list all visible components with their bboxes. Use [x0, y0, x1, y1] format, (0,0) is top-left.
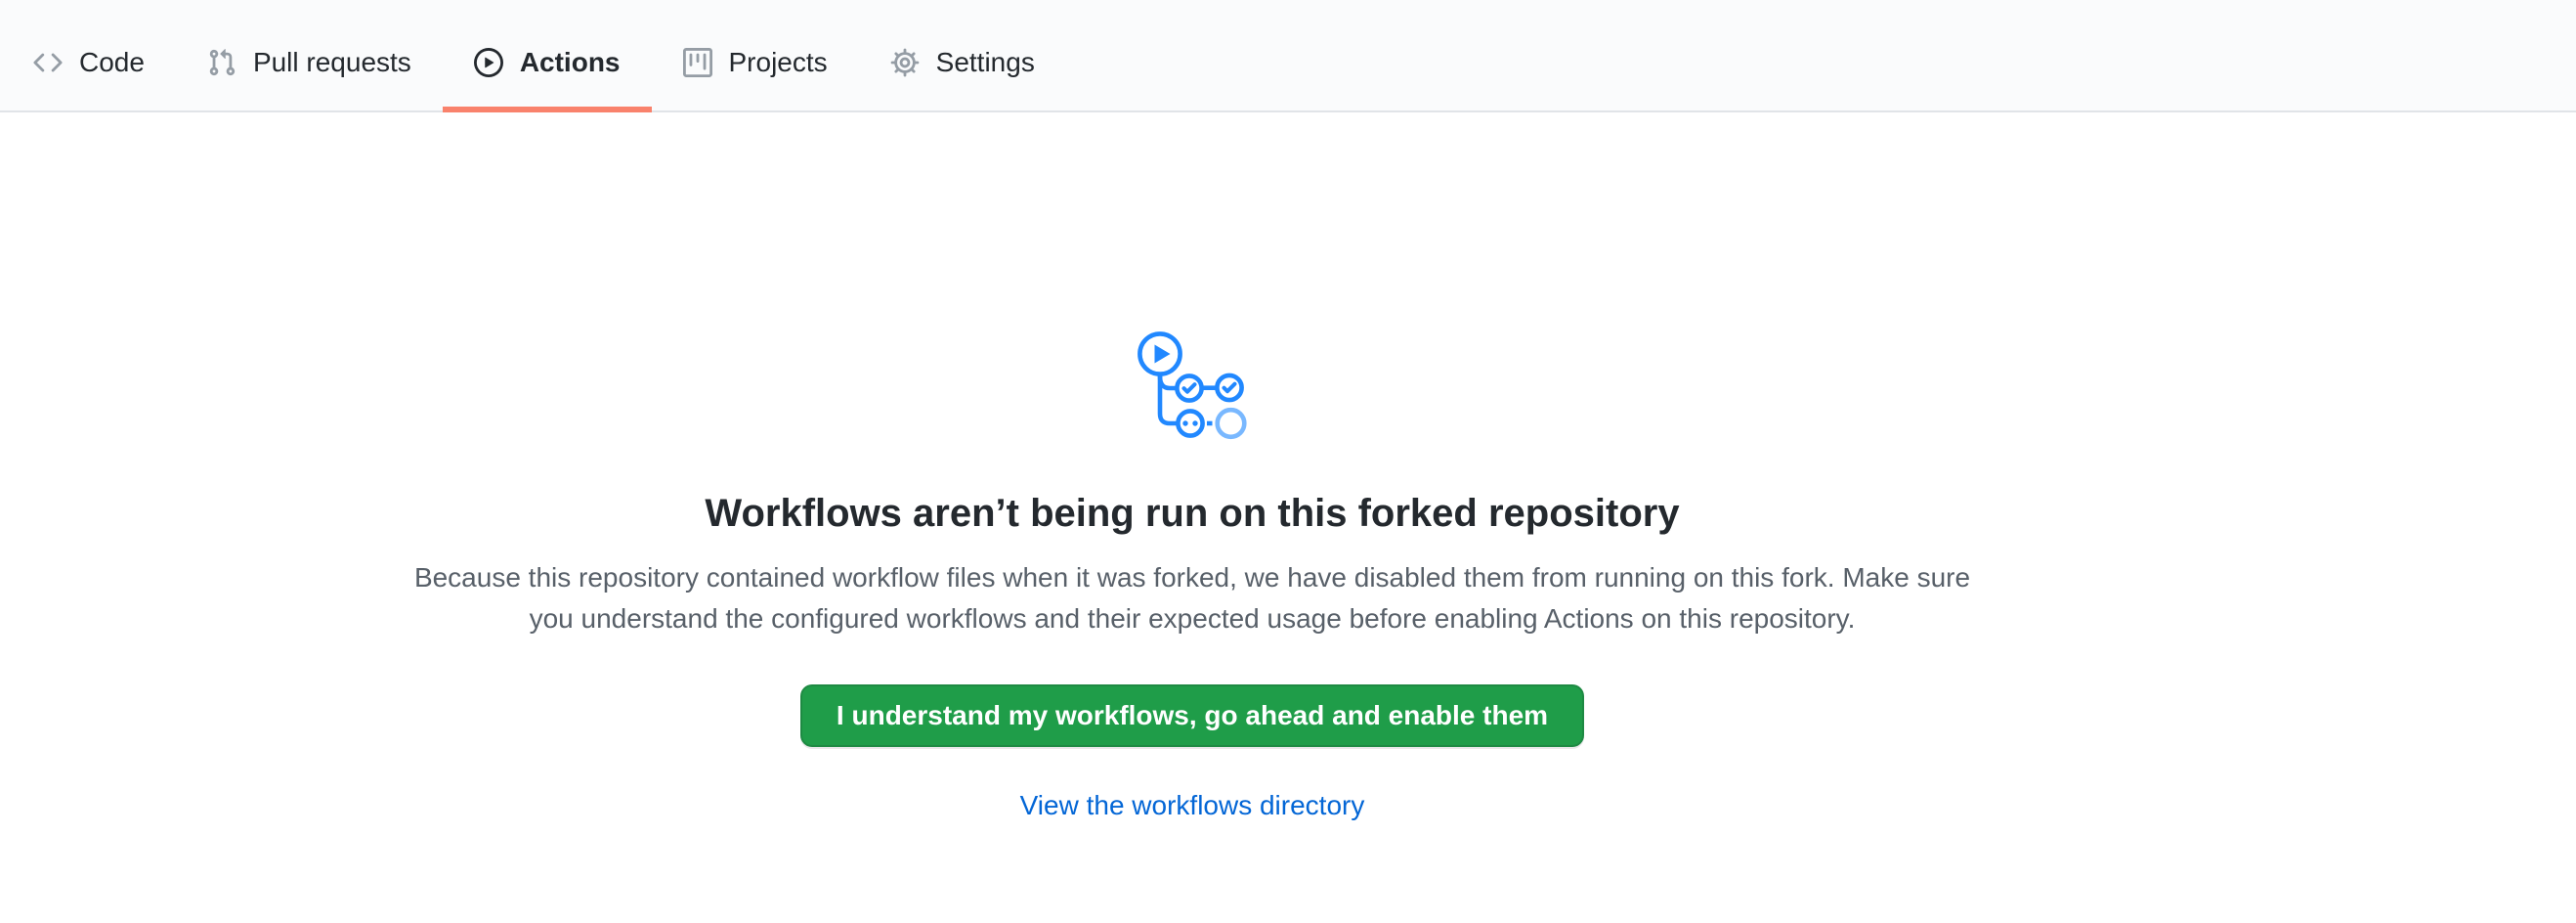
tab-code[interactable]: Code — [2, 0, 176, 112]
actions-blankslate: Workflows aren’t being run on this forke… — [0, 112, 2384, 821]
git-pull-request-icon — [207, 48, 236, 77]
page-title: Workflows aren’t being run on this forke… — [705, 489, 1679, 538]
gear-icon — [890, 48, 920, 77]
tab-settings[interactable]: Settings — [859, 0, 1066, 112]
repo-tab-nav: Code Pull requests Actions Projects — [0, 0, 2576, 112]
tab-label: Pull requests — [253, 49, 411, 76]
view-workflows-directory-link[interactable]: View the workflows directory — [1020, 790, 1365, 821]
blankslate-description: Because this repository contained workfl… — [410, 557, 1974, 639]
enable-workflows-button[interactable]: I understand my workflows, go ahead and … — [800, 684, 1584, 747]
play-circle-icon — [474, 48, 503, 77]
project-icon — [683, 48, 712, 77]
tab-label: Settings — [936, 49, 1035, 76]
tab-pull-requests[interactable]: Pull requests — [176, 0, 443, 112]
tab-label: Projects — [729, 49, 828, 76]
tab-label: Actions — [520, 49, 621, 76]
tab-actions[interactable]: Actions — [443, 0, 652, 112]
code-icon — [33, 48, 63, 77]
actions-workflow-icon — [1138, 331, 1247, 440]
tab-projects[interactable]: Projects — [652, 0, 859, 112]
tab-label: Code — [79, 49, 145, 76]
